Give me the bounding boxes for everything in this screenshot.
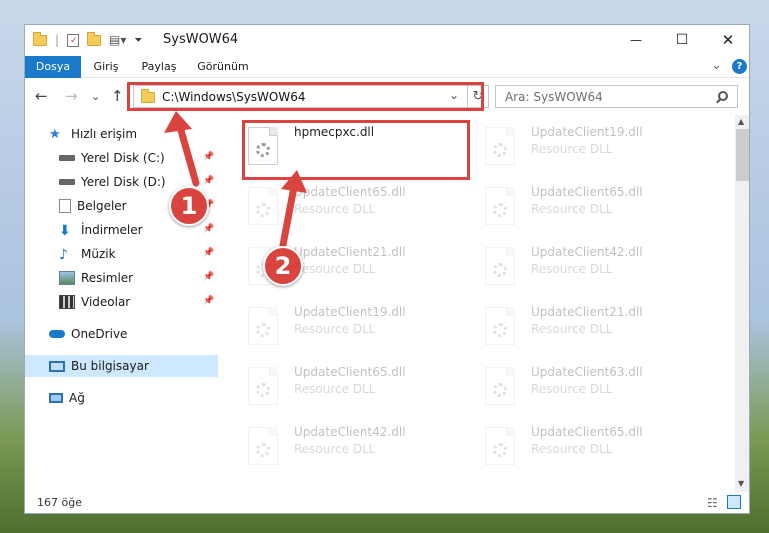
step-badge-2: 2 <box>263 246 303 286</box>
arrow-2-shaft <box>279 183 298 249</box>
step-badge-1: 1 <box>169 186 209 226</box>
annotation-arrows <box>164 111 307 249</box>
arrow-1-head <box>164 111 192 133</box>
arrow-1-shaft <box>176 123 200 187</box>
arrow-2-head <box>281 170 307 193</box>
